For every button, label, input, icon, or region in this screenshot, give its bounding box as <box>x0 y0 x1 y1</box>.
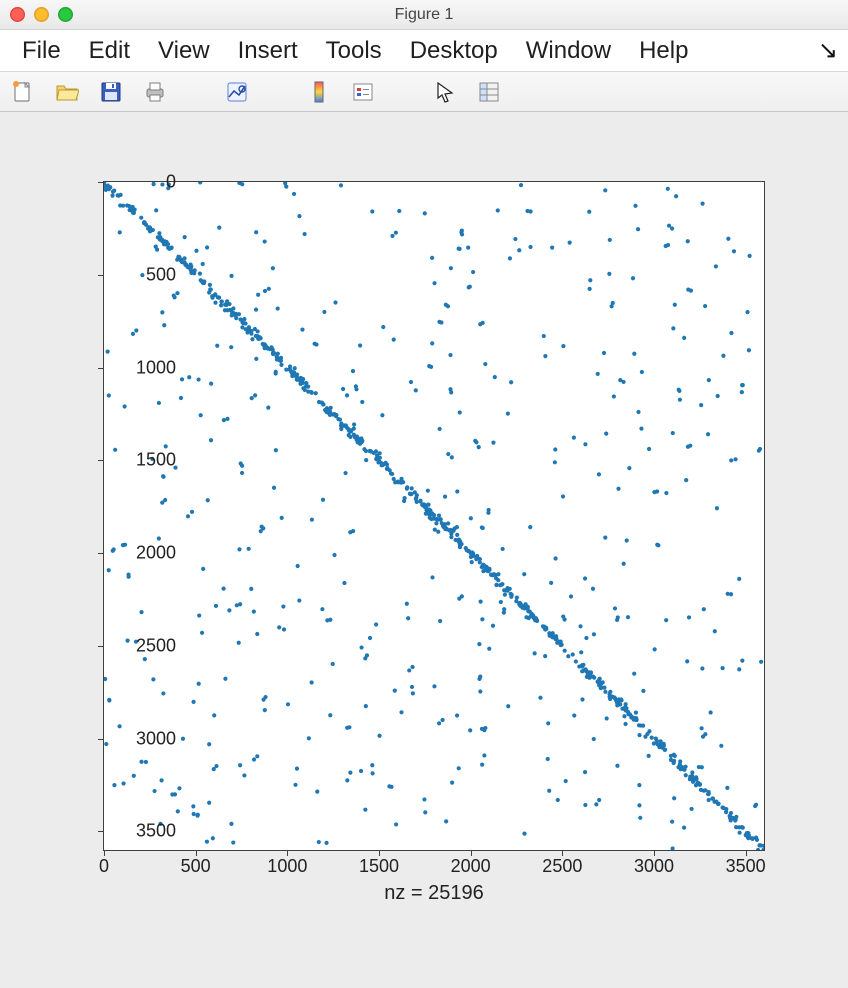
menu-insert[interactable]: Insert <box>224 35 312 67</box>
x-tick-label: 1500 <box>359 856 399 877</box>
y-tick-label: 2500 <box>96 635 176 656</box>
window-controls <box>10 7 73 22</box>
save-icon[interactable] <box>98 79 124 105</box>
spy-plot <box>104 182 764 850</box>
data-cursor-icon[interactable] <box>224 79 250 105</box>
toolbar <box>0 72 848 112</box>
x-tick-label: 2000 <box>451 856 491 877</box>
new-file-icon[interactable] <box>10 79 36 105</box>
open-folder-icon[interactable] <box>54 79 80 105</box>
menu-window[interactable]: Window <box>512 35 625 67</box>
pointer-icon[interactable] <box>432 79 458 105</box>
y-tick-label: 500 <box>96 264 176 285</box>
figure-area: nz = 25196 0 500 1000 1500 2000 2500 3000 3500 0… <box>0 112 848 988</box>
minimize-icon[interactable] <box>34 7 49 22</box>
y-tick-label: 1000 <box>96 357 176 378</box>
x-tick-label: 500 <box>181 856 211 877</box>
x-tick-label: 3500 <box>726 856 766 877</box>
property-inspector-icon[interactable] <box>476 79 502 105</box>
y-tick-label: 3000 <box>96 728 176 749</box>
window-titlebar: Figure 1 <box>0 0 848 30</box>
axes[interactable] <box>104 182 764 850</box>
x-tick-label: 0 <box>99 856 109 877</box>
y-tick-label: 2000 <box>96 543 176 564</box>
menu-view[interactable]: View <box>144 35 224 67</box>
window-title: Figure 1 <box>0 6 848 24</box>
menu-help[interactable]: Help <box>625 35 702 67</box>
legend-icon[interactable] <box>350 79 376 105</box>
x-tick-label: 2500 <box>542 856 582 877</box>
menubar: File Edit View Insert Tools Desktop Wind… <box>0 30 848 72</box>
y-tick-label: 0 <box>96 172 176 193</box>
x-tick-label: 1000 <box>267 856 307 877</box>
close-icon[interactable] <box>10 7 25 22</box>
menu-desktop[interactable]: Desktop <box>396 35 512 67</box>
print-icon[interactable] <box>142 79 168 105</box>
menu-edit[interactable]: Edit <box>75 35 144 67</box>
y-tick-label: 1500 <box>96 450 176 471</box>
x-tick-label: 3000 <box>634 856 674 877</box>
menu-overflow-icon[interactable]: ↘ <box>818 36 840 65</box>
menu-tools[interactable]: Tools <box>312 35 396 67</box>
colorbar-icon[interactable] <box>306 79 332 105</box>
menu-file[interactable]: File <box>8 35 75 67</box>
zoom-icon[interactable] <box>58 7 73 22</box>
chart-xlabel: nz = 25196 <box>104 882 764 905</box>
y-tick-label: 3500 <box>96 821 176 842</box>
